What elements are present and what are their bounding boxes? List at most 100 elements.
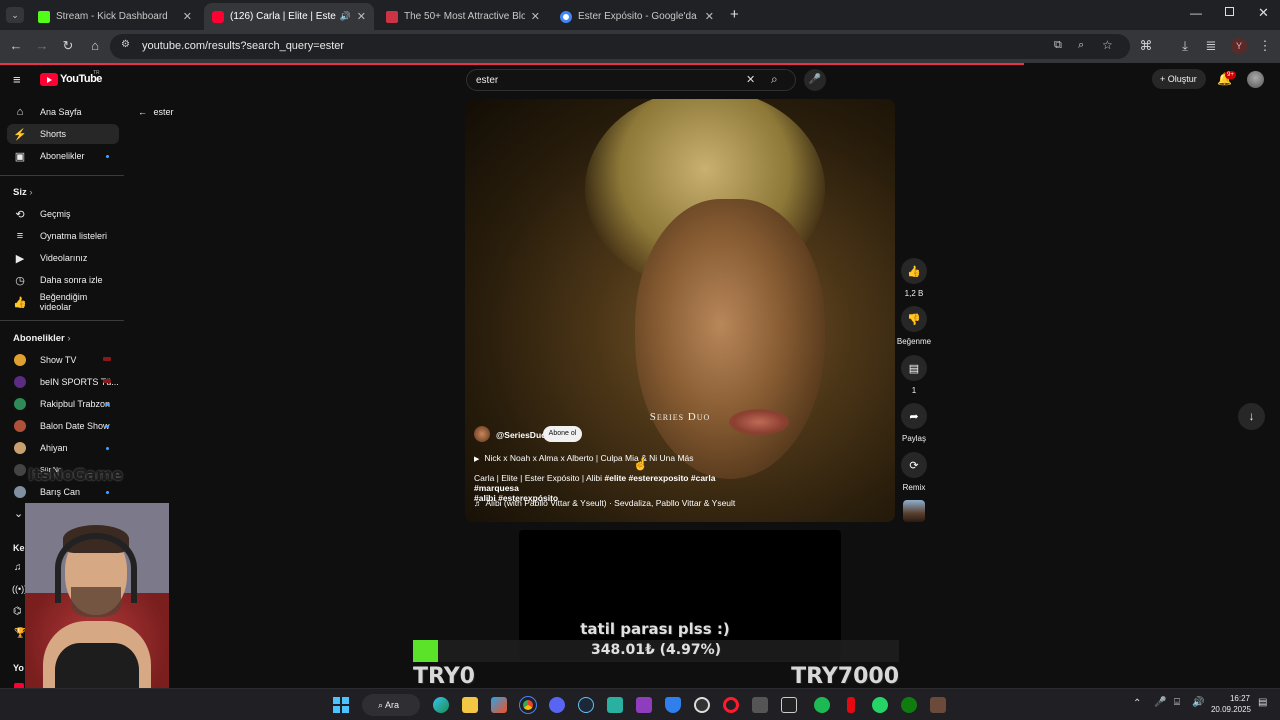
zoom-icon[interactable]: ⌕	[1078, 39, 1084, 52]
obs-icon[interactable]	[694, 697, 710, 713]
menu-dots-icon[interactable]: ⋮	[1257, 38, 1273, 54]
visual-studio-icon[interactable]	[636, 697, 652, 713]
taskbar-search[interactable]: ⌕ Ara	[362, 694, 420, 716]
minimize-button[interactable]: —	[1190, 6, 1202, 20]
search-input[interactable]: ester ✕ ⌕	[466, 69, 796, 91]
youtube-logo-icon[interactable]	[40, 73, 58, 86]
windows-taskbar: ⌕ Ara ⌃ 🎤 ⌸ 🔊 16:27 20.09.2025 ▤	[0, 688, 1280, 720]
sidebar-item-home[interactable]: ⌂ Ana Sayfa	[7, 102, 119, 122]
share-button[interactable]: ➦ Paylaş	[901, 403, 927, 443]
search-icon[interactable]: ⌕	[771, 72, 778, 87]
create-button[interactable]: + Oluştur	[1152, 69, 1206, 89]
sidebar-item-shorts[interactable]: ⚡ Shorts	[7, 124, 119, 144]
sidebar-item-history[interactable]: ⟲ Geçmiş	[7, 204, 119, 224]
tab-blonde-list[interactable]: The 50+ Most Attractive Blonde ✕	[378, 3, 548, 30]
next-short-button[interactable]: ↓	[1238, 403, 1265, 430]
edge-icon[interactable]	[433, 697, 449, 713]
file-explorer-icon[interactable]	[462, 697, 478, 713]
site-info-icon[interactable]: ⚙	[121, 39, 130, 50]
sidebar-item-subscriptions[interactable]: ▣ Abonelikler	[7, 146, 119, 166]
back-arrow-icon[interactable]: ←	[8, 38, 24, 54]
tab-kick-dashboard[interactable]: Stream - Kick Dashboard ✕	[30, 3, 200, 30]
download-icon[interactable]: ⤓	[1177, 38, 1193, 54]
restore-button[interactable]	[1225, 7, 1234, 16]
opera-icon[interactable]	[723, 697, 739, 713]
netflix-icon[interactable]	[847, 697, 855, 713]
back-to-results[interactable]: ← ester	[138, 107, 174, 117]
home-icon[interactable]: ⌂	[87, 38, 103, 54]
playlist-link[interactable]: ▶ Nick x Noah x Alma x Alberto | Culpa Mi…	[474, 453, 694, 463]
voice-search-icon[interactable]: 🎤	[804, 69, 826, 91]
sidebar-sub-ahiyan[interactable]: Ahiyan	[7, 438, 119, 458]
spotify-icon[interactable]	[814, 697, 830, 713]
close-icon[interactable]: ✕	[531, 10, 540, 23]
clock-time[interactable]: 16:27	[1210, 694, 1250, 703]
media-icon[interactable]: ≣	[1203, 38, 1219, 54]
app-icon[interactable]	[752, 697, 768, 713]
notification-center-icon[interactable]: ▤	[1258, 697, 1267, 708]
music-icon[interactable]: ♫	[14, 562, 22, 573]
whatsapp-icon[interactable]	[872, 697, 888, 713]
sidebar-item-watch-later[interactable]: ◷ Daha sonra izle	[7, 270, 119, 290]
sidebar-sub-showtv[interactable]: Show TV	[7, 350, 119, 370]
close-icon[interactable]: ✕	[183, 10, 192, 23]
speaker-icon[interactable]: 🔊	[340, 11, 351, 22]
account-avatar[interactable]	[1247, 71, 1264, 88]
sidebar-sub-bariscan[interactable]: Barış Can	[7, 482, 119, 502]
gaming-icon[interactable]: ⌬	[13, 606, 22, 617]
sidebar-sub-bein[interactable]: beIN SPORTS Tü...	[7, 372, 119, 392]
photos-icon[interactable]	[491, 697, 507, 713]
tab-search-button[interactable]: ⌄	[6, 7, 24, 23]
epic-games-icon[interactable]	[781, 697, 797, 713]
new-tab-button[interactable]: +	[730, 6, 739, 23]
remix-button[interactable]: ⟳ Remix	[901, 452, 927, 492]
music-link[interactable]: ♬ Alibi (with Pabllo Vittar & Yseult) · S…	[474, 498, 735, 508]
sidebar-sub-rakipbul[interactable]: Rakipbul Trabzon	[7, 394, 119, 414]
discord-icon[interactable]	[549, 697, 565, 713]
live-indicator	[103, 357, 111, 361]
close-icon[interactable]: ✕	[705, 10, 714, 23]
volume-icon[interactable]: 🔊	[1192, 697, 1204, 708]
channel-handle[interactable]: @SeriesDuo	[496, 430, 546, 440]
close-window-button[interactable]: ✕	[1258, 5, 1269, 21]
comments-button[interactable]: ▤ 1	[901, 355, 927, 395]
sidebar-item-your-videos[interactable]: ▶ Videolarınız	[7, 248, 119, 268]
hamburger-menu-icon[interactable]: ≡	[13, 72, 21, 87]
reload-icon[interactable]: ↻	[60, 38, 76, 54]
sidebar-item-label: Geçmiş	[40, 209, 71, 219]
notepad-icon[interactable]	[607, 697, 623, 713]
steam-icon[interactable]	[578, 697, 594, 713]
network-icon[interactable]: ⌸	[1174, 697, 1180, 708]
defender-icon[interactable]	[665, 697, 681, 713]
game-icon[interactable]	[930, 697, 946, 713]
address-bar[interactable]: ⚙ youtube.com/results?search_query=ester…	[110, 34, 1130, 59]
start-windows-icon[interactable]	[333, 697, 349, 713]
music-title: Alibi (with Pabllo Vittar & Yseult) · Se…	[485, 498, 736, 508]
chevron-down-icon[interactable]: ⌄	[14, 507, 23, 520]
tab-youtube-short[interactable]: (126) Carla | Elite | Ester Exp 🔊 ✕	[204, 3, 374, 30]
subscribe-button[interactable]: Abone ol	[543, 426, 582, 442]
clear-search-icon[interactable]: ✕	[746, 73, 755, 86]
subscriptions-section-heading[interactable]: Abonelikler ›	[13, 333, 71, 344]
extensions-icon[interactable]: ⌘	[1138, 38, 1154, 54]
sidebar-item-liked-videos[interactable]: 👍 Beğendiğim videolar	[7, 292, 119, 312]
clock-date[interactable]: 20.09.2025	[1205, 705, 1251, 714]
bookmark-star-icon[interactable]: ☆	[1102, 38, 1113, 52]
microphone-icon[interactable]: 🎤	[1154, 697, 1166, 708]
you-section-heading[interactable]: Siz ›	[13, 187, 33, 198]
sidebar-sub-balon[interactable]: Balon Date Show	[7, 416, 119, 436]
tab-google-search[interactable]: Ester Expósito - Google'da Ara ✕	[552, 3, 722, 30]
forward-arrow-icon[interactable]: →	[34, 38, 50, 54]
xbox-icon[interactable]	[901, 697, 917, 713]
chrome-icon[interactable]	[519, 696, 537, 714]
chevron-up-icon[interactable]: ⌃	[1133, 698, 1141, 709]
sidebar-item-label: Shorts	[40, 129, 67, 139]
close-icon[interactable]: ✕	[357, 10, 366, 23]
profile-avatar[interactable]: Y	[1231, 38, 1247, 54]
sidebar-item-playlists[interactable]: ≡ Oynatma listeleri	[7, 226, 119, 246]
sound-thumbnail[interactable]	[903, 500, 925, 522]
dislike-button[interactable]: 👎 Beğenme	[897, 306, 931, 346]
cast-icon[interactable]: ⧉	[1054, 39, 1062, 52]
like-button[interactable]: 👍 1,2 B	[901, 258, 927, 298]
channel-avatar[interactable]	[474, 426, 490, 442]
